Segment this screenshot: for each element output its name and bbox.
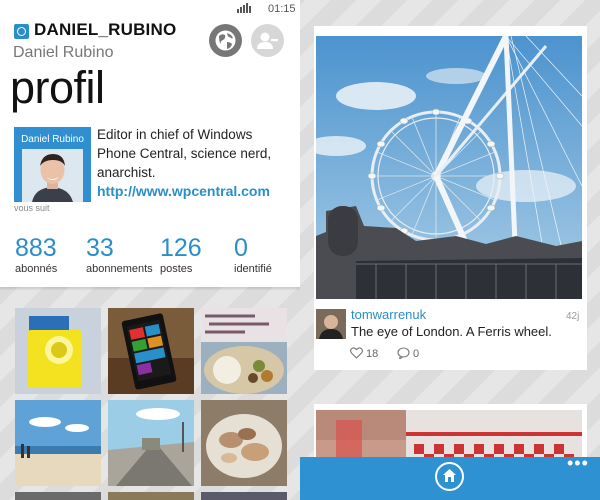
- photo-thumbnail[interactable]: [15, 492, 101, 500]
- more-button[interactable]: •••: [567, 454, 589, 472]
- stat-following[interactable]: 33 abonnements: [86, 234, 153, 275]
- signal-icon: [237, 3, 251, 13]
- photo-thumbnail[interactable]: [15, 308, 101, 394]
- photo-thumbnail[interactable]: [15, 400, 101, 486]
- profile-username: DANIEL_RUBINO: [34, 20, 177, 39]
- photo-thumbnail[interactable]: [108, 400, 194, 486]
- post-photo[interactable]: [316, 36, 582, 299]
- profile-bio: Editor in chief of Windows Phone Central…: [97, 127, 272, 180]
- app-bar: •••: [300, 454, 600, 500]
- post-author-name[interactable]: tomwarrenuk: [351, 307, 426, 322]
- post-author-avatar[interactable]: [316, 309, 346, 339]
- website-link[interactable]: http://www.wpcentral.com: [97, 183, 270, 199]
- stat-label: postes: [160, 263, 193, 275]
- photo-thumbnail[interactable]: [108, 492, 194, 500]
- photo-thumbnail[interactable]: [201, 492, 287, 500]
- comment-icon[interactable]: [397, 347, 410, 359]
- avatar-label: Daniel Rubino: [21, 134, 84, 145]
- profile-card: DANIEL_RUBINO Daniel Rubino profil 01:15: [0, 0, 300, 287]
- instagram-logo-icon: [14, 24, 29, 39]
- photo-thumbnail[interactable]: [201, 400, 287, 486]
- profile-full-name: Daniel Rubino: [13, 44, 114, 61]
- avatar-photo: [22, 149, 83, 202]
- globe-icon: [215, 30, 236, 51]
- follows-you-label: vous suit: [14, 203, 50, 213]
- post-caption: The eye of London. A Ferris wheel.: [351, 324, 552, 339]
- remove-user-button[interactable]: [251, 24, 284, 57]
- stat-posts[interactable]: 126 postes: [160, 234, 202, 275]
- status-time: 01:15: [268, 3, 296, 15]
- stat-value: 883: [15, 234, 57, 262]
- globe-button[interactable]: [209, 24, 242, 57]
- photo-thumbnail[interactable]: [108, 308, 194, 394]
- comment-count: 0: [413, 348, 420, 360]
- stat-tagged[interactable]: 0 identifié: [234, 234, 272, 275]
- stat-value: 0: [234, 234, 248, 262]
- profile-pane: DANIEL_RUBINO Daniel Rubino profil 01:15: [0, 0, 300, 500]
- heart-icon[interactable]: [350, 347, 363, 359]
- stat-label: abonnements: [86, 263, 153, 275]
- stat-value: 126: [160, 234, 202, 262]
- avatar[interactable]: Daniel Rubino: [14, 127, 91, 202]
- photo-thumbnail[interactable]: [201, 308, 287, 394]
- home-button[interactable]: [435, 462, 464, 491]
- stat-value: 33: [86, 234, 114, 262]
- stat-label: abonnés: [15, 263, 58, 275]
- stat-followers[interactable]: 883 abonnés: [15, 234, 57, 275]
- home-icon: [443, 469, 456, 482]
- remove-user-icon: [257, 32, 278, 49]
- post-time: 42j: [566, 311, 580, 322]
- page-title: profil: [10, 62, 105, 113]
- like-count: 18: [366, 348, 379, 360]
- stat-label: identifié: [234, 263, 272, 275]
